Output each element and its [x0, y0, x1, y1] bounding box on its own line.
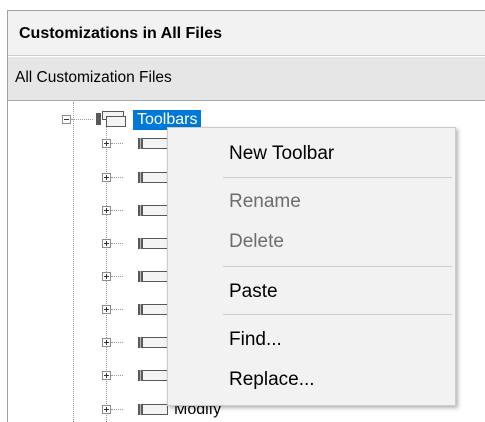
tree-connector-line: [111, 409, 123, 410]
tree-connector-line: [111, 177, 123, 178]
expand-icon[interactable]: [102, 173, 111, 182]
toolbar-icon: [138, 269, 168, 283]
expand-icon[interactable]: [102, 206, 111, 215]
expand-icon[interactable]: [102, 272, 111, 281]
menu-item-paste[interactable]: Paste: [168, 276, 455, 308]
toolbar-icon: [138, 402, 168, 416]
expand-icon[interactable]: [102, 239, 111, 248]
toolbar-icon: [138, 236, 168, 250]
menu-item-new-toolbar[interactable]: New Toolbar: [168, 138, 455, 170]
toolbar-icon: [138, 368, 168, 382]
menu-separator: [223, 266, 452, 267]
toolbar-icon: [138, 302, 168, 316]
tree-connector-line: [111, 375, 123, 376]
toolbar-icon: [138, 335, 168, 349]
toolbars-group-icon: [96, 111, 126, 129]
tree-connector-line: [111, 276, 123, 277]
menu-separator: [223, 177, 452, 178]
tree-connector-line: [111, 309, 123, 310]
tree-connector-line: [111, 243, 123, 244]
menu-item-replace[interactable]: Replace...: [168, 364, 455, 396]
window-top-strip: [0, 0, 485, 10]
collapse-icon[interactable]: [62, 115, 71, 124]
context-menu: New Toolbar Rename Delete Paste Find... Repla…: [167, 127, 456, 406]
toolbar-icon: [138, 170, 168, 184]
tree-connector-line: [111, 143, 123, 144]
tree-connector-line: [111, 210, 123, 211]
expand-icon[interactable]: [102, 338, 111, 347]
toolbar-icon: [138, 203, 168, 217]
panel-header: Customizations in All Files: [8, 11, 485, 56]
expand-icon[interactable]: [102, 405, 111, 414]
menu-item-delete: Delete: [229, 231, 284, 252]
customization-files-dropdown[interactable]: All Customization Files: [8, 57, 485, 101]
menu-separator: [223, 314, 452, 315]
toolbar-icon: [138, 136, 168, 150]
expand-icon[interactable]: [102, 305, 111, 314]
expand-icon[interactable]: [102, 371, 111, 380]
menu-item-rename: Rename: [229, 191, 301, 212]
tree-connector-line: [111, 342, 123, 343]
expand-icon[interactable]: [102, 139, 111, 148]
menu-item-find[interactable]: Find...: [168, 324, 455, 356]
tree-connector-line: [71, 119, 93, 120]
